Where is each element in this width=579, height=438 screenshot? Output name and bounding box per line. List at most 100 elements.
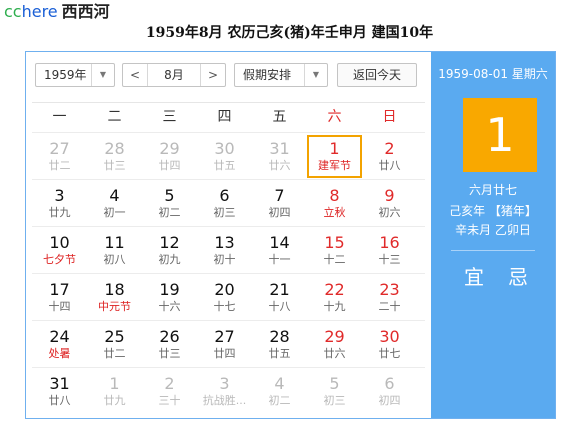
day-detail-panel: 1959-08-01 星期六 1 六月廿七 己亥年 【猪年】 辛未月 乙卯日 宜… bbox=[431, 52, 555, 418]
day-cell[interactable]: 15 十二 bbox=[307, 229, 362, 272]
weekday-sun: 日 bbox=[382, 109, 397, 125]
selected-date: 1959-08-01 星期六 bbox=[438, 67, 548, 81]
day-cell[interactable]: 25 廿二 bbox=[87, 323, 142, 366]
day-cell[interactable]: 23 二十 bbox=[362, 276, 417, 319]
day-cell[interactable]: 13 初十 bbox=[197, 229, 252, 272]
day-cell[interactable]: 14 十一 bbox=[252, 229, 307, 272]
day-cell[interactable]: 4 初二 bbox=[252, 370, 307, 413]
day-number: 11 bbox=[104, 233, 125, 252]
day-number: 5 bbox=[164, 186, 175, 205]
weekday-wed: 三 bbox=[162, 109, 177, 125]
day-cell[interactable]: 26 廿三 bbox=[142, 323, 197, 366]
day-number: 14 bbox=[269, 233, 290, 252]
day-number: 6 bbox=[384, 374, 395, 393]
lunar-label: 廿二 bbox=[48, 159, 71, 172]
lunar-label: 十九 bbox=[323, 300, 346, 313]
day-number: 26 bbox=[159, 327, 180, 346]
day-cell[interactable]: 2 廿八 bbox=[362, 135, 417, 178]
day-cell[interactable]: 6 初四 bbox=[362, 370, 417, 413]
week-row: 27 廿二 28 廿三 29 廿四 30 廿五 31 廿六 1 建军节 2 廿八 bbox=[32, 132, 425, 180]
day-cell[interactable]: 24 处暑 bbox=[32, 323, 87, 366]
lunar-label: 廿六 bbox=[268, 159, 291, 172]
lunar-label: 立秋 bbox=[323, 206, 346, 219]
day-cell[interactable]: 22 十九 bbox=[307, 276, 362, 319]
day-cell[interactable]: 20 十七 bbox=[197, 276, 252, 319]
day-number: 27 bbox=[49, 139, 70, 158]
lunar-label: 十四 bbox=[48, 300, 71, 313]
prev-month-button[interactable]: < bbox=[123, 64, 148, 86]
lunar-label: 初二 bbox=[158, 206, 181, 219]
lunar-label: 十八 bbox=[268, 300, 291, 313]
day-cell[interactable]: 29 廿六 bbox=[307, 323, 362, 366]
day-cell[interactable]: 5 初三 bbox=[307, 370, 362, 413]
day-cell[interactable]: 2 三十 bbox=[142, 370, 197, 413]
lunar-label: 十三 bbox=[378, 253, 401, 266]
day-cell[interactable]: 30 廿七 bbox=[362, 323, 417, 366]
lunar-label: 二十 bbox=[378, 300, 401, 313]
day-cell[interactable]: 19 十六 bbox=[142, 276, 197, 319]
day-cell[interactable]: 29 廿四 bbox=[142, 135, 197, 178]
site-logo[interactable]: cchere 西西河 bbox=[4, 2, 110, 22]
day-number: 29 bbox=[324, 327, 345, 346]
holiday-select[interactable]: 假期安排 ▼ bbox=[234, 63, 328, 87]
day-number: 28 bbox=[104, 139, 125, 158]
week-row: 31 廿八 1 廿九 2 三十 3 抗战胜... 4 初二 5 初三 6 初四 bbox=[32, 367, 425, 415]
ji-label[interactable]: 忌 bbox=[503, 264, 533, 290]
day-cell[interactable]: 27 廿四 bbox=[197, 323, 252, 366]
weekday-header: 一 二 三 四 五 六 日 bbox=[32, 102, 425, 131]
month-select[interactable]: 8月 bbox=[147, 64, 201, 86]
day-cell[interactable]: 28 廿五 bbox=[252, 323, 307, 366]
day-number: 8 bbox=[329, 186, 340, 205]
lunar-label: 廿五 bbox=[213, 159, 236, 172]
yi-label[interactable]: 宜 bbox=[459, 264, 489, 290]
day-number: 24 bbox=[49, 327, 70, 346]
day-number: 12 bbox=[159, 233, 180, 252]
lunar-label: 廿四 bbox=[158, 159, 181, 172]
day-cell[interactable]: 30 廿五 bbox=[197, 135, 252, 178]
day-cell[interactable]: 27 廿二 bbox=[32, 135, 87, 178]
week-row: 3 廿九 4 初一 5 初二 6 初三 7 初四 8 立秋 9 初六 bbox=[32, 179, 425, 227]
holiday-select-value: 假期安排 bbox=[243, 68, 292, 82]
day-cell[interactable]: 6 初三 bbox=[197, 182, 252, 225]
day-number: 2 bbox=[164, 374, 175, 393]
day-cell[interactable]: 31 廿八 bbox=[32, 370, 87, 413]
site-name: 西西河 bbox=[61, 2, 110, 21]
return-today-button[interactable]: 返回今天 bbox=[337, 63, 417, 87]
lunar-label: 初二 bbox=[268, 394, 291, 407]
day-cell[interactable]: 31 廿六 bbox=[252, 135, 307, 178]
next-month-button[interactable]: > bbox=[200, 64, 225, 86]
day-cell[interactable]: 21 十八 bbox=[252, 276, 307, 319]
year-select[interactable]: 1959年 ▼ bbox=[35, 63, 115, 87]
day-cell[interactable]: 18 中元节 bbox=[87, 276, 142, 319]
day-cell[interactable]: 8 立秋 bbox=[307, 182, 362, 225]
day-cell[interactable]: 9 初六 bbox=[362, 182, 417, 225]
day-cell[interactable]: 3 廿九 bbox=[32, 182, 87, 225]
lunar-label: 廿三 bbox=[103, 159, 126, 172]
day-number: 9 bbox=[384, 186, 395, 205]
day-cell[interactable]: 17 十四 bbox=[32, 276, 87, 319]
day-number: 10 bbox=[49, 233, 70, 252]
weekday-sat: 六 bbox=[327, 109, 342, 125]
day-number: 1 bbox=[109, 374, 120, 393]
day-cell[interactable]: 28 廿三 bbox=[87, 135, 142, 178]
weekday-mon: 一 bbox=[52, 109, 67, 125]
day-number: 27 bbox=[214, 327, 235, 346]
day-cell[interactable]: 5 初二 bbox=[142, 182, 197, 225]
day-cell[interactable]: 11 初八 bbox=[87, 229, 142, 272]
lunar-label: 初四 bbox=[378, 394, 401, 407]
day-cell[interactable]: 10 七夕节 bbox=[32, 229, 87, 272]
lunar-label: 初一 bbox=[103, 206, 126, 219]
day-cell[interactable]: 4 初一 bbox=[87, 182, 142, 225]
day-cell-selected[interactable]: 1 建军节 bbox=[307, 135, 362, 178]
day-number: 5 bbox=[329, 374, 340, 393]
day-cell[interactable]: 3 抗战胜... bbox=[197, 370, 252, 413]
day-number: 13 bbox=[214, 233, 235, 252]
lunar-label: 廿三 bbox=[158, 347, 181, 360]
day-cell[interactable]: 12 初九 bbox=[142, 229, 197, 272]
day-number: 16 bbox=[379, 233, 400, 252]
day-cell[interactable]: 7 初四 bbox=[252, 182, 307, 225]
lunar-label: 廿九 bbox=[103, 394, 126, 407]
day-number: 4 bbox=[274, 374, 285, 393]
day-cell[interactable]: 1 廿九 bbox=[87, 370, 142, 413]
day-cell[interactable]: 16 十三 bbox=[362, 229, 417, 272]
